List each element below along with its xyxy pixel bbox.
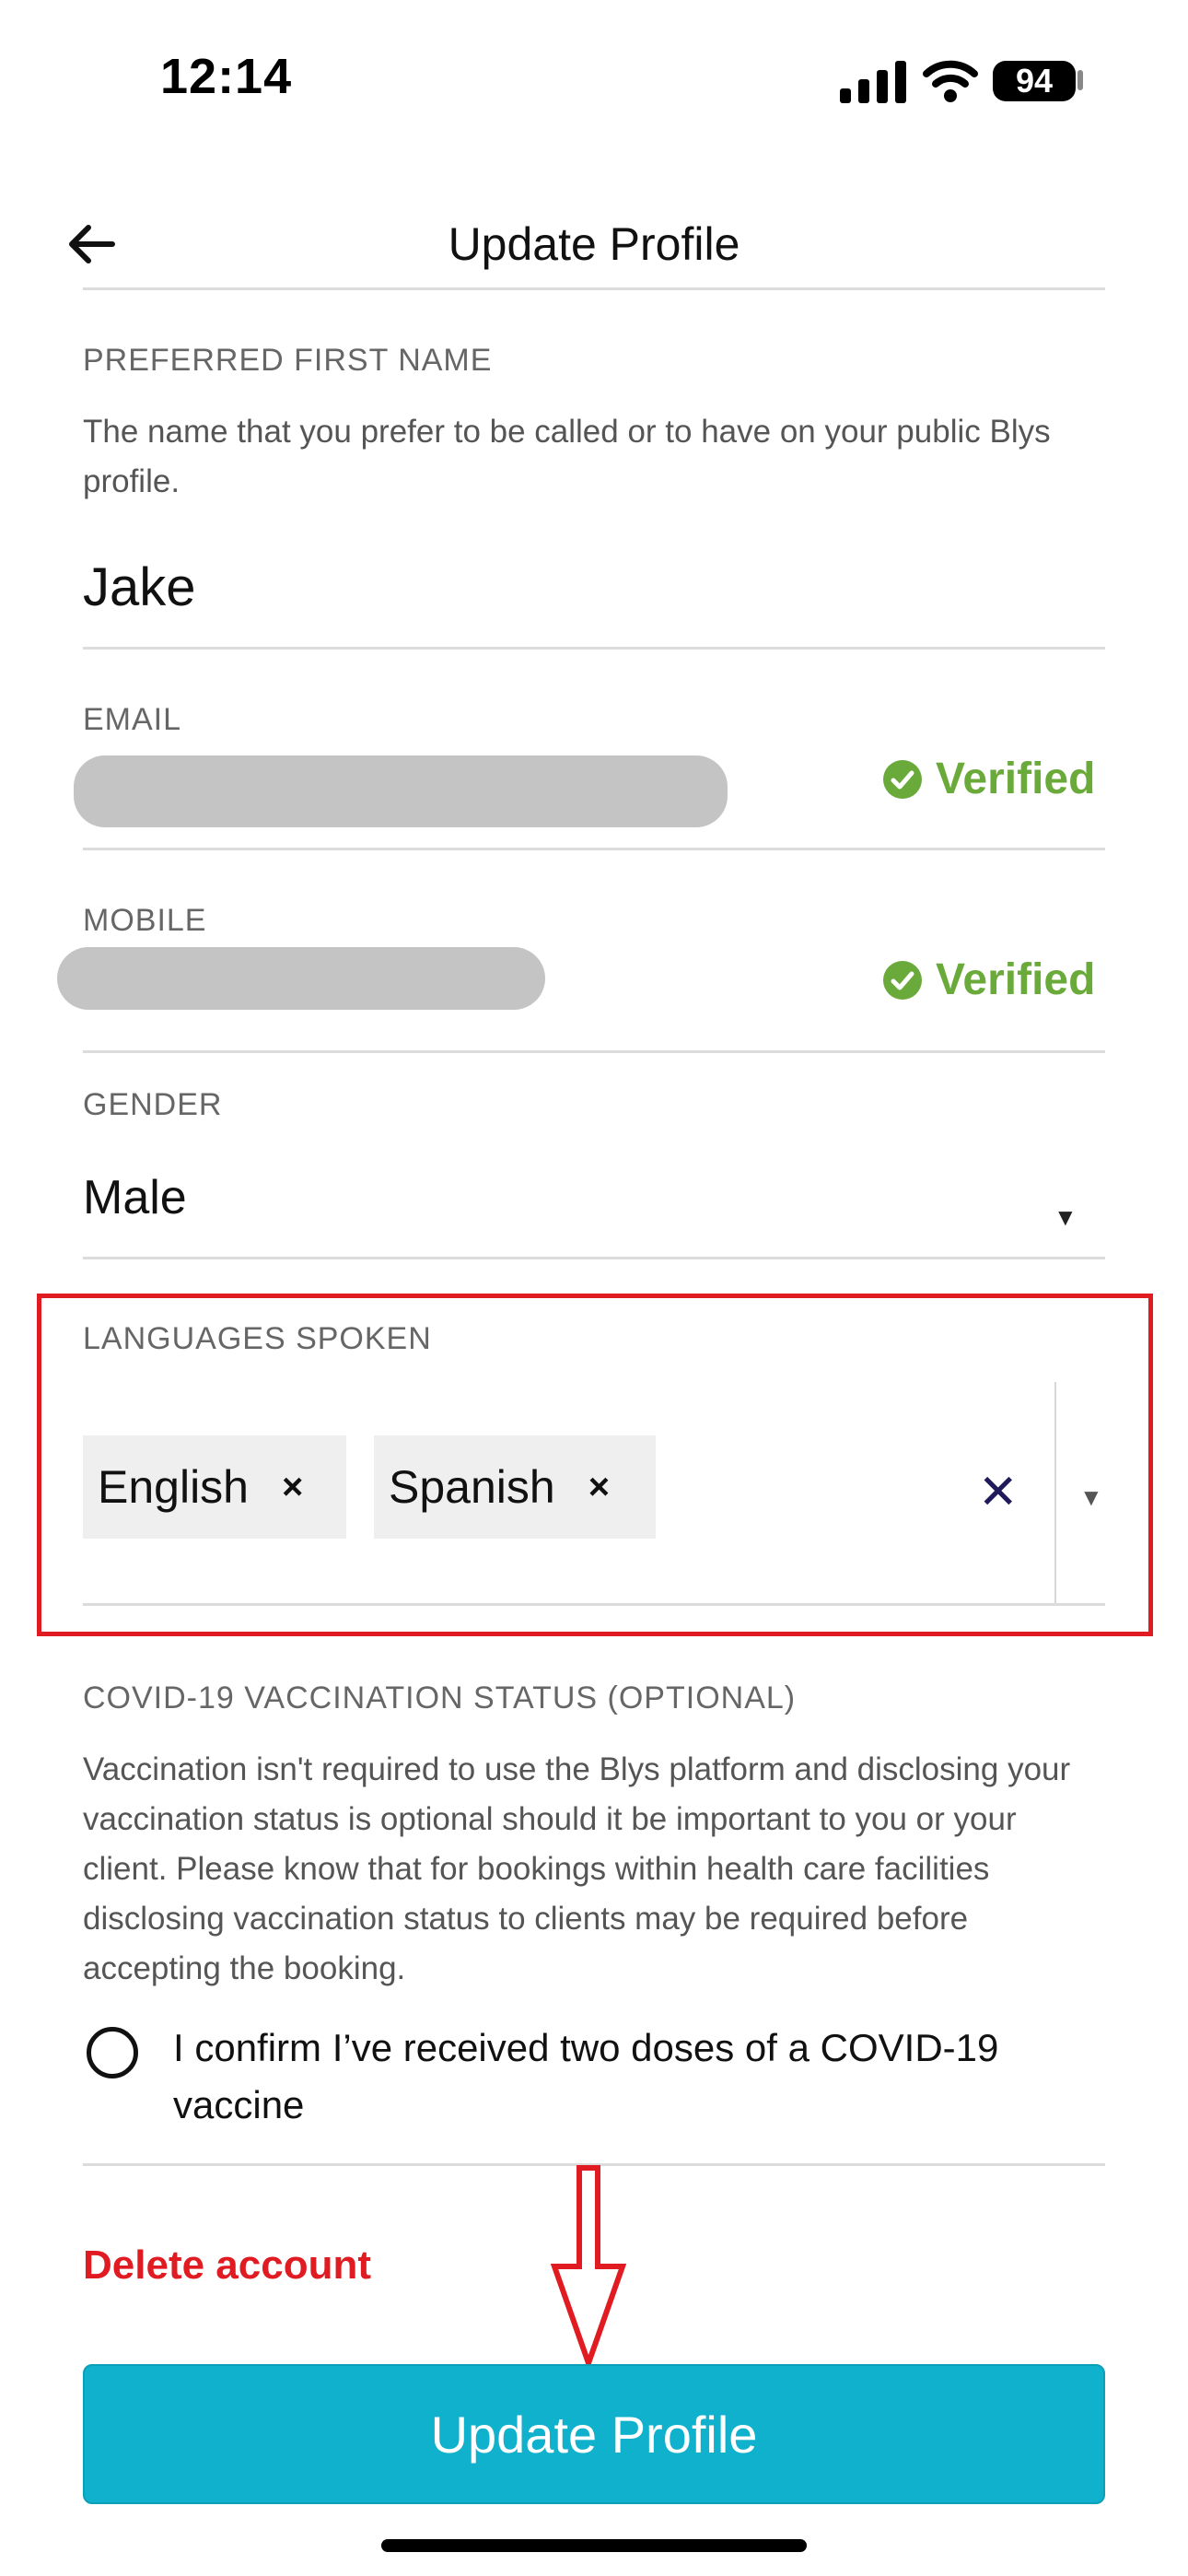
languages-dropdown-caret-icon[interactable]: ▼	[1079, 1483, 1103, 1512]
mobile-redacted-field[interactable]	[57, 947, 545, 1010]
select-separator	[1054, 1382, 1056, 1603]
check-circle-icon	[883, 759, 922, 799]
wifi-icon	[923, 60, 978, 102]
update-profile-button[interactable]: Update Profile	[83, 2364, 1105, 2504]
remove-chip-icon[interactable]: ×	[588, 1467, 610, 1508]
divider	[83, 1050, 1105, 1053]
verified-label: Verified	[936, 755, 1096, 803]
divider	[83, 287, 1105, 290]
languages-label: LANGUAGES SPOKEN	[83, 1321, 432, 1356]
language-chip-spanish: Spanish ×	[374, 1435, 656, 1539]
annotation-down-arrow-icon	[551, 2165, 626, 2368]
check-circle-icon	[883, 960, 922, 1000]
covid-label: COVID-19 VACCINATION STATUS (OPTIONAL)	[83, 1680, 797, 1715]
vaccine-confirm-radio[interactable]	[87, 2027, 138, 2078]
cellular-signal-icon	[840, 61, 906, 103]
home-indicator	[381, 2539, 807, 2552]
divider	[83, 1603, 1105, 1606]
first-name-input[interactable]: Jake	[83, 556, 196, 618]
status-time: 12:14	[160, 49, 293, 104]
vaccine-confirm-label[interactable]: I confirm I’ve received two doses of a C…	[173, 2020, 1002, 2134]
battery-indicator: 94	[993, 61, 1076, 101]
email-label: EMAIL	[83, 702, 182, 737]
gender-select[interactable]: Male	[83, 1170, 187, 1225]
clear-all-icon[interactable]: ✕	[978, 1465, 1019, 1520]
chip-label: Spanish	[389, 1461, 555, 1513]
delete-account-link[interactable]: Delete account	[83, 2242, 371, 2289]
gender-dropdown-caret-icon[interactable]: ▼	[1054, 1203, 1077, 1232]
language-chip-english: English ×	[83, 1435, 346, 1539]
email-verified-badge: Verified	[882, 754, 1095, 804]
gender-label: GENDER	[83, 1087, 223, 1122]
chip-label: English	[98, 1461, 249, 1513]
divider	[83, 647, 1105, 650]
remove-chip-icon[interactable]: ×	[282, 1467, 303, 1508]
mobile-verified-badge: Verified	[882, 954, 1095, 1005]
mobile-label: MOBILE	[83, 903, 207, 938]
battery-tip-icon	[1077, 70, 1083, 90]
email-redacted-field[interactable]	[74, 755, 728, 827]
verified-label: Verified	[936, 955, 1096, 1004]
covid-help: Vaccination isn't required to use the Bl…	[83, 1751, 1071, 1986]
page-title: Update Profile	[448, 218, 740, 270]
first-name-help: The name that you prefer to be called or…	[83, 414, 1051, 499]
divider	[83, 1257, 1105, 1259]
divider	[83, 848, 1105, 850]
first-name-label: PREFERRED FIRST NAME	[83, 343, 493, 378]
